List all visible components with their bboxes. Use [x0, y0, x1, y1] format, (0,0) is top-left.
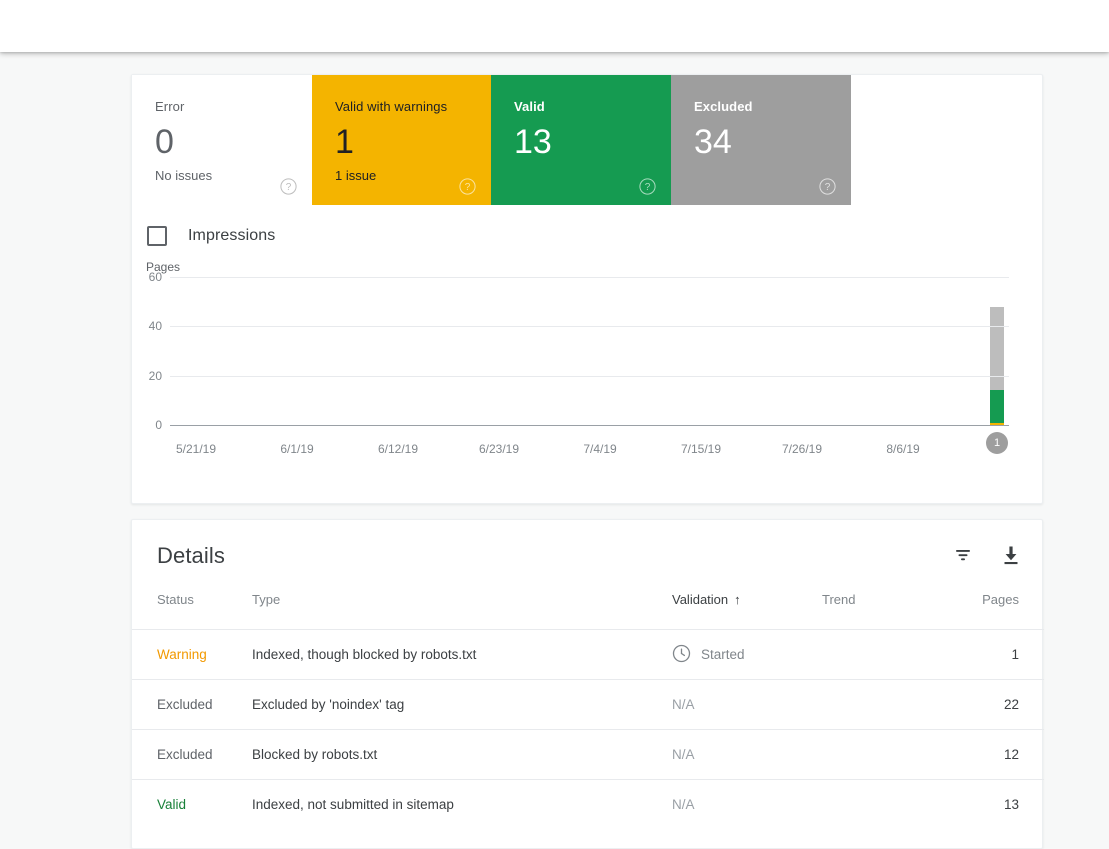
- chart-x-axis: 5/21/19 6/1/19 6/12/19 6/23/19 7/4/19 7/15/19…: [170, 442, 1009, 462]
- column-header-trend[interactable]: Trend: [822, 592, 942, 630]
- cell-type[interactable]: Blocked by robots.txt: [252, 730, 672, 780]
- status-card-row: Error 0 No issues ? Valid with warnings …: [132, 75, 1042, 205]
- cell-status: Valid: [157, 797, 187, 813]
- svg-text:?: ?: [465, 182, 471, 193]
- cell-trend: [822, 630, 942, 680]
- cell-status: Excluded: [157, 747, 213, 762]
- status-card-error-value: 0: [155, 123, 174, 161]
- chart-gridline: [170, 326, 1009, 328]
- column-header-type[interactable]: Type: [252, 592, 672, 630]
- column-header-validation[interactable]: Validation ↑: [672, 592, 822, 630]
- svg-text:?: ?: [286, 182, 292, 193]
- status-card-excluded-label: Excluded: [694, 99, 753, 114]
- details-table-body: Warning Indexed, though blocked by robots…: [132, 629, 1044, 830]
- details-title: Details: [157, 543, 225, 568]
- help-icon[interactable]: ?: [459, 178, 476, 195]
- chart-legend-row: Impressions: [132, 205, 1042, 267]
- table-row[interactable]: Valid Indexed, not submitted in sitemap N/…: [132, 779, 1044, 830]
- cell-validation: N/A: [672, 730, 822, 780]
- chart-x-tick: 8/6/19: [886, 442, 920, 456]
- cell-pages: 22: [1003, 697, 1019, 712]
- column-header-validation-label: Validation: [672, 592, 729, 607]
- column-header-pages[interactable]: Pages: [942, 592, 1044, 630]
- chart-x-tick: 7/4/19: [583, 442, 617, 456]
- chart-x-tick: 6/23/19: [478, 442, 520, 456]
- table-header-row: Status Type Validation ↑ Trend Pages: [132, 592, 1044, 630]
- cell-validation: Started: [672, 630, 822, 680]
- chart-y-tick: 20: [148, 368, 162, 383]
- app-top-bar: [0, 0, 1109, 52]
- impressions-checkbox[interactable]: Impressions: [147, 226, 275, 246]
- filter-icon[interactable]: [952, 544, 974, 571]
- svg-text:?: ?: [825, 182, 831, 193]
- chart-bar-segment: [990, 390, 1004, 423]
- table-row[interactable]: Warning Indexed, though blocked by robots…: [132, 629, 1044, 680]
- status-card-valid-value: 13: [514, 123, 552, 161]
- status-card-error-label: Error: [155, 99, 185, 114]
- validation-label: N/A: [672, 747, 695, 762]
- details-actions: [952, 544, 1022, 571]
- status-card-excluded[interactable]: Excluded 34 ?: [671, 75, 851, 205]
- details-card: Details Status Type Validation ↑ Trend P…: [131, 519, 1044, 849]
- impressions-label: Impressions: [188, 227, 276, 244]
- column-header-status[interactable]: Status: [132, 592, 252, 630]
- chart-gridline: [170, 277, 1009, 278]
- cell-status: Excluded: [157, 697, 213, 712]
- table-row[interactable]: Excluded Blocked by robots.txt N/A 12: [132, 729, 1044, 780]
- details-table-head: Status Type Validation ↑ Trend Pages: [132, 592, 1044, 630]
- status-card-error[interactable]: Error 0 No issues ?: [132, 75, 312, 205]
- page-content: Error 0 No issues ? Valid with warnings …: [0, 53, 1109, 849]
- chart-x-tick: 7/15/19: [680, 442, 722, 456]
- chart-plot-area: 1 60 40 20 0: [132, 270, 1044, 454]
- chart-axis-line: [170, 425, 1009, 426]
- coverage-chart: Pages 1 60 40 20 0 5/21/19 6/1/19 6/12/19 6/23…: [132, 260, 1044, 505]
- chart-x-tick: 7/26/19: [781, 442, 823, 456]
- cell-type[interactable]: Excluded by 'noindex' tag: [252, 680, 672, 730]
- chart-bar-segment: [990, 306, 1004, 391]
- status-card-valid[interactable]: Valid 13 ?: [491, 75, 671, 205]
- chart-y-tick: 40: [148, 319, 162, 334]
- status-card-warning[interactable]: Valid with warnings 1 1 issue ?: [312, 75, 491, 205]
- cell-type[interactable]: Indexed, not submitted in sitemap: [252, 780, 672, 830]
- chart-x-tick: 6/1/19: [280, 442, 314, 456]
- help-icon[interactable]: ?: [639, 178, 656, 195]
- status-card-valid-label: Valid: [514, 99, 545, 114]
- cell-trend: [822, 680, 942, 730]
- chart-x-tick: 6/12/19: [377, 442, 419, 456]
- details-table: Status Type Validation ↑ Trend Pages Warn…: [132, 592, 1044, 830]
- cell-pages: 1: [1011, 647, 1019, 662]
- chart-gridline: [170, 375, 1009, 377]
- sort-ascending-icon: ↑: [734, 592, 741, 607]
- cell-type[interactable]: Indexed, though blocked by robots.txt: [252, 630, 672, 680]
- cell-pages: 13: [1003, 797, 1019, 813]
- chart-bars: 1: [170, 277, 1009, 454]
- validation-status: Started: [672, 644, 822, 666]
- help-icon[interactable]: ?: [280, 178, 297, 195]
- download-icon[interactable]: [1000, 544, 1022, 571]
- status-card-excluded-value: 34: [694, 123, 732, 161]
- status-card-warning-value: 1: [335, 123, 354, 161]
- status-card-warning-label: Valid with warnings: [335, 99, 448, 114]
- chart-y-tick: 0: [155, 418, 162, 432]
- clock-icon: [672, 644, 691, 666]
- cell-pages: 12: [1003, 747, 1019, 762]
- validation-label: N/A: [672, 697, 695, 712]
- chart-y-tick: 60: [148, 270, 162, 284]
- cell-status: Warning: [157, 647, 207, 662]
- coverage-summary-card: Error 0 No issues ? Valid with warnings …: [131, 74, 1043, 504]
- cell-trend: [822, 780, 942, 830]
- validation-label: Started: [701, 647, 745, 662]
- cell-trend: [822, 730, 942, 780]
- cell-validation: N/A: [672, 680, 822, 730]
- cell-validation: N/A: [672, 780, 822, 830]
- validation-label: N/A: [672, 797, 695, 813]
- table-row[interactable]: Excluded Excluded by 'noindex' tag N/A 22: [132, 679, 1044, 730]
- details-header: Details: [132, 520, 1042, 592]
- help-icon[interactable]: ?: [819, 178, 836, 195]
- checkbox-box-icon[interactable]: [147, 226, 167, 246]
- svg-text:?: ?: [645, 182, 651, 193]
- chart-x-tick: 5/21/19: [175, 442, 217, 456]
- chart-bar-stack[interactable]: [990, 306, 1004, 425]
